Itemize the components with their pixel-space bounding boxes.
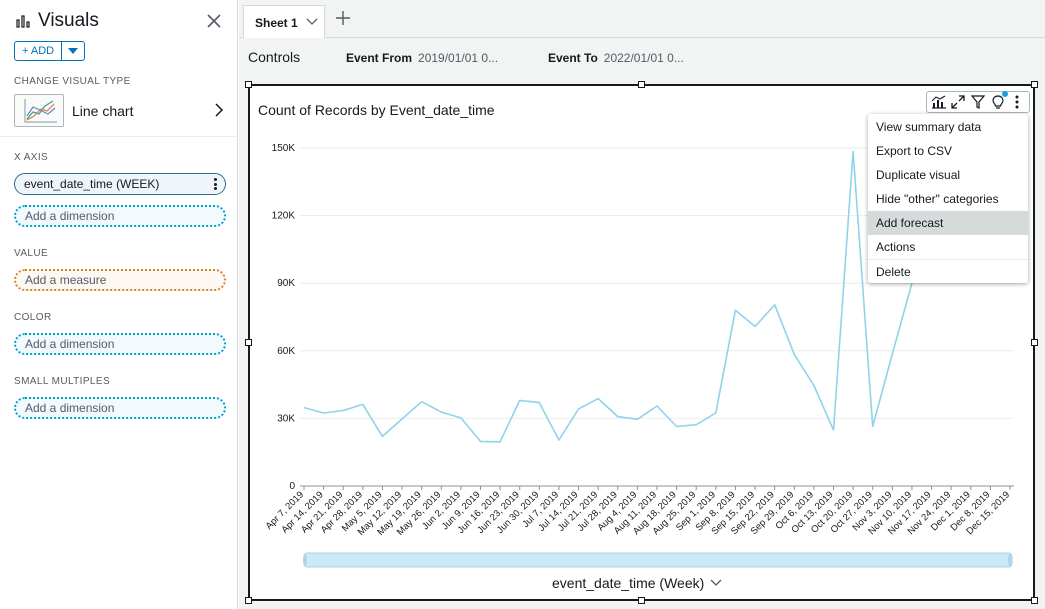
menu-item-hide-other[interactable]: Hide "other" categories xyxy=(868,187,1028,211)
series-line[interactable] xyxy=(303,150,913,443)
y-tick-label: 150K xyxy=(272,143,296,154)
x-axis-title: event_date_time (Week) xyxy=(552,575,705,591)
resize-handle[interactable] xyxy=(245,597,252,604)
menu-item-duplicate[interactable]: Duplicate visual xyxy=(868,163,1028,187)
y-tick-label: 0 xyxy=(289,481,295,492)
resize-handle[interactable] xyxy=(245,81,252,88)
y-tick-label: 90K xyxy=(277,278,295,289)
menu-item-export-csv[interactable]: Export to CSV xyxy=(868,139,1028,163)
resize-handle[interactable] xyxy=(638,81,645,88)
resize-handle[interactable] xyxy=(245,339,252,346)
y-tick-label: 120K xyxy=(272,211,296,222)
line-chart: 0 30K 60K 90K 120K 150K Apr 7, 2019Apr 14, 20… xyxy=(264,143,1014,568)
menu-item-delete[interactable]: Delete xyxy=(868,259,1028,283)
chevron-down-icon xyxy=(710,579,722,586)
resize-handle[interactable] xyxy=(1031,597,1038,604)
x-axis-scrollbar[interactable] xyxy=(303,552,1013,568)
x-axis-ticks: Apr 7, 2019Apr 14, 2019Apr 21, 2019Apr 2… xyxy=(264,486,1012,538)
x-axis-title-dropdown[interactable]: event_date_time (Week) xyxy=(552,575,722,591)
resize-handle[interactable] xyxy=(1031,339,1038,346)
y-tick-label: 60K xyxy=(277,346,295,357)
resize-handle[interactable] xyxy=(1031,81,1038,88)
scrollbar-left-handle[interactable] xyxy=(303,554,307,566)
menu-item-actions[interactable]: Actions xyxy=(868,235,1028,259)
visual-context-menu: View summary data Export to CSV Duplicate … xyxy=(868,114,1028,283)
menu-item-add-forecast[interactable]: Add forecast xyxy=(868,211,1028,235)
menu-item-view-summary[interactable]: View summary data xyxy=(868,115,1028,139)
scrollbar-right-handle[interactable] xyxy=(1008,554,1012,566)
y-axis-ticks: 0 30K 60K 90K 120K 150K xyxy=(272,143,296,492)
y-tick-label: 30K xyxy=(277,413,295,424)
resize-handle[interactable] xyxy=(638,597,645,604)
